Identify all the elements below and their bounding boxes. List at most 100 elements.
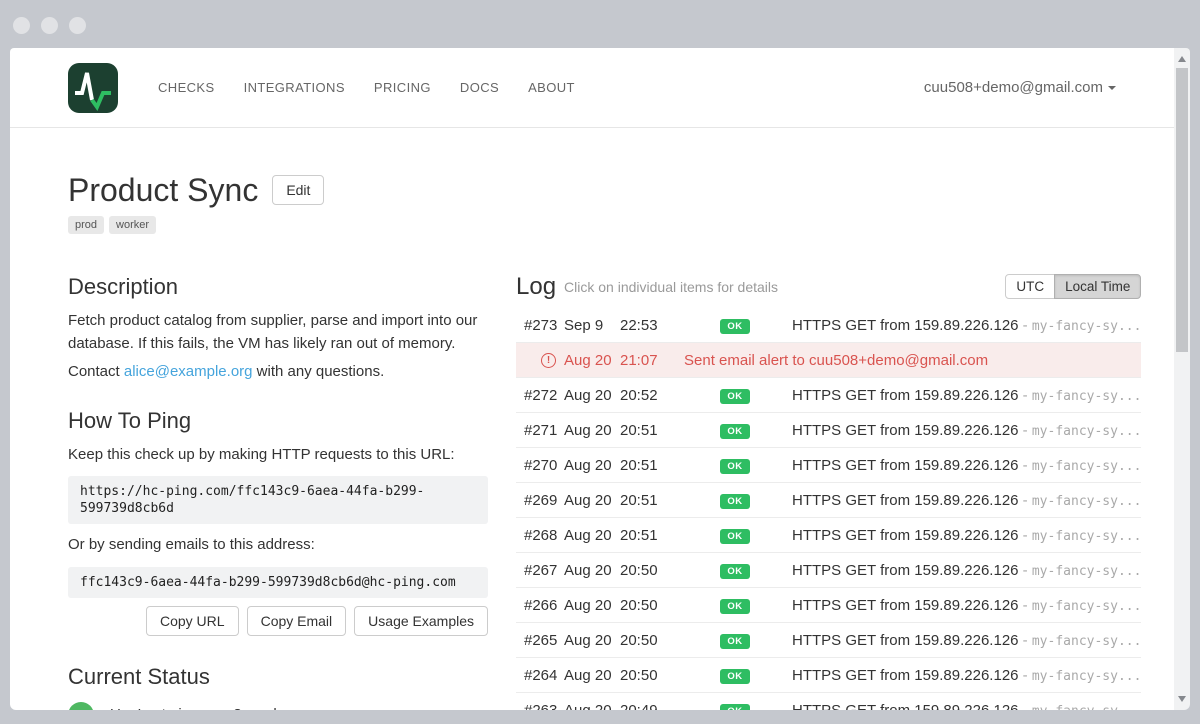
window-dot[interactable] xyxy=(41,17,58,34)
log-detail: HTTPS GET from 159.89.226.126 - my-fancy… xyxy=(792,317,1141,334)
log-row[interactable]: #263Aug 2020:49OKHTTPS GET from 159.89.2… xyxy=(516,693,1141,710)
nav-link-about[interactable]: ABOUT xyxy=(528,80,575,95)
log-separator: - xyxy=(1019,457,1032,474)
log-detail: HTTPS GET from 159.89.226.126 - my-fancy… xyxy=(792,702,1141,711)
edit-button[interactable]: Edit xyxy=(272,175,324,205)
how-to-ping-heading: How To Ping xyxy=(68,408,488,434)
ping-email-code: ffc143c9-6aea-44fa-b299-599739d8cb6d@hc-… xyxy=(68,567,488,598)
timezone-button-local-time[interactable]: Local Time xyxy=(1054,274,1141,299)
ok-badge: OK xyxy=(720,529,749,545)
log-separator: - xyxy=(1019,667,1032,684)
log-request-text: HTTPS GET from 159.89.226.126 xyxy=(792,422,1019,439)
nav-link-integrations[interactable]: INTEGRATIONS xyxy=(244,80,345,95)
scrollbar[interactable] xyxy=(1174,48,1190,710)
window-dot[interactable] xyxy=(13,17,30,34)
log-header: Log Click on individual items for detail… xyxy=(516,274,1141,300)
nav-link-pricing[interactable]: PRICING xyxy=(374,80,431,95)
url-instruction: Keep this check up by making HTTP reques… xyxy=(68,444,488,467)
ping-buttons-row: Copy URL Copy EmailUsage Examples xyxy=(68,606,488,636)
log-separator: - xyxy=(1019,317,1032,334)
description-heading: Description xyxy=(68,274,488,300)
log-request-text: HTTPS GET from 159.89.226.126 xyxy=(792,597,1019,614)
log-row[interactable]: #269Aug 2020:51OKHTTPS GET from 159.89.2… xyxy=(516,483,1141,518)
log-request-text: HTTPS GET from 159.89.226.126 xyxy=(792,492,1019,509)
timezone-button-utc[interactable]: UTC xyxy=(1005,274,1055,299)
log-status-cell: OK xyxy=(678,666,792,685)
copy-email-button[interactable]: Copy Email xyxy=(247,606,347,636)
log-detail: HTTPS GET from 159.89.226.126 - my-fancy… xyxy=(792,562,1141,579)
log-user-agent: my-fancy-sy... xyxy=(1032,634,1142,649)
ok-badge: OK xyxy=(720,564,749,580)
log-request-text: HTTPS GET from 159.89.226.126 xyxy=(792,387,1019,404)
log-subtitle: Click on individual items for details xyxy=(564,274,778,300)
log-seq: #267 xyxy=(524,562,564,579)
page-title-row: Product Sync Edit xyxy=(68,174,1116,206)
ok-badge: OK xyxy=(720,704,749,710)
nav-link-docs[interactable]: DOCS xyxy=(460,80,499,95)
log-heading: Log xyxy=(516,274,556,300)
log-seq: #269 xyxy=(524,492,564,509)
email-instruction: Or by sending emails to this address: xyxy=(68,534,488,557)
log-user-agent: my-fancy-sy... xyxy=(1032,459,1142,474)
log-status-cell: OK xyxy=(678,491,792,510)
ok-badge: OK xyxy=(720,389,749,405)
log-detail: HTTPS GET from 159.89.226.126 - my-fancy… xyxy=(792,422,1141,439)
status-text: Up. Last ping was 3 weeks ago. xyxy=(110,706,322,710)
healthchecks-logo[interactable] xyxy=(68,63,118,113)
ok-badge: OK xyxy=(720,599,749,615)
log-status-cell: OK xyxy=(678,386,792,405)
log-time: 21:07 xyxy=(620,352,678,369)
log-status-cell: OK xyxy=(678,421,792,440)
log-date: Aug 20 xyxy=(564,562,620,579)
log-status-cell: OK xyxy=(678,316,792,335)
log-row[interactable]: #272Aug 2020:52OKHTTPS GET from 159.89.2… xyxy=(516,378,1141,413)
log-user-agent: my-fancy-sy... xyxy=(1032,389,1142,404)
current-status-row: ✓ Up. Last ping was 3 weeks ago. xyxy=(68,702,488,711)
log-separator: - xyxy=(1019,492,1032,509)
tags-row: prodworker xyxy=(68,216,1116,234)
log-user-agent: my-fancy-sy... xyxy=(1032,704,1142,711)
log-alert-row[interactable]: !Aug 2021:07Sent email alert to cuu508+d… xyxy=(516,343,1141,378)
scrollbar-thumb[interactable] xyxy=(1176,68,1188,352)
scrollbar-up-arrow[interactable] xyxy=(1178,56,1186,62)
log-separator: - xyxy=(1019,632,1032,649)
log-user-agent: my-fancy-sy... xyxy=(1032,564,1142,579)
log-date: Sep 9 xyxy=(564,317,620,334)
log-user-agent: my-fancy-sy... xyxy=(1032,424,1142,439)
scrollbar-down-arrow[interactable] xyxy=(1178,696,1186,702)
account-menu[interactable]: cuu508+demo@gmail.com xyxy=(924,79,1116,96)
pulse-icon xyxy=(68,63,118,113)
log-row[interactable]: #267Aug 2020:50OKHTTPS GET from 159.89.2… xyxy=(516,553,1141,588)
log-row[interactable]: #266Aug 2020:50OKHTTPS GET from 159.89.2… xyxy=(516,588,1141,623)
log-row[interactable]: #273Sep 922:53OKHTTPS GET from 159.89.22… xyxy=(516,308,1141,343)
log-table: #273Sep 922:53OKHTTPS GET from 159.89.22… xyxy=(516,308,1141,710)
log-seq: #272 xyxy=(524,387,564,404)
nav-link-checks[interactable]: CHECKS xyxy=(158,80,215,95)
log-row[interactable]: #264Aug 2020:50OKHTTPS GET from 159.89.2… xyxy=(516,658,1141,693)
tag-badge: prod xyxy=(68,216,104,234)
log-date: Aug 20 xyxy=(564,667,620,684)
account-email: cuu508+demo@gmail.com xyxy=(924,79,1103,96)
status-up-icon: ✓ xyxy=(68,702,94,711)
log-date: Aug 20 xyxy=(564,597,620,614)
window-dot[interactable] xyxy=(69,17,86,34)
log-time: 20:51 xyxy=(620,457,678,474)
contact-email-link[interactable]: alice@example.org xyxy=(124,363,253,380)
log-separator: - xyxy=(1019,527,1032,544)
log-request-text: HTTPS GET from 159.89.226.126 xyxy=(792,317,1019,334)
copy-url-button[interactable]: Copy URL xyxy=(146,606,239,636)
log-row[interactable]: #270Aug 2020:51OKHTTPS GET from 159.89.2… xyxy=(516,448,1141,483)
log-row[interactable]: #265Aug 2020:50OKHTTPS GET from 159.89.2… xyxy=(516,623,1141,658)
log-time: 20:51 xyxy=(620,422,678,439)
ok-badge: OK xyxy=(720,669,749,685)
usage-examples-button[interactable]: Usage Examples xyxy=(354,606,488,636)
ok-badge: OK xyxy=(720,424,749,440)
log-status-cell: OK xyxy=(678,526,792,545)
log-row[interactable]: #271Aug 2020:51OKHTTPS GET from 159.89.2… xyxy=(516,413,1141,448)
log-row[interactable]: #268Aug 2020:51OKHTTPS GET from 159.89.2… xyxy=(516,518,1141,553)
log-time: 20:52 xyxy=(620,387,678,404)
log-request-text: HTTPS GET from 159.89.226.126 xyxy=(792,457,1019,474)
log-separator: - xyxy=(1019,562,1032,579)
log-detail: HTTPS GET from 159.89.226.126 - my-fancy… xyxy=(792,527,1141,544)
ping-url-code: https://hc-ping.com/ffc143c9-6aea-44fa-b… xyxy=(68,476,488,524)
